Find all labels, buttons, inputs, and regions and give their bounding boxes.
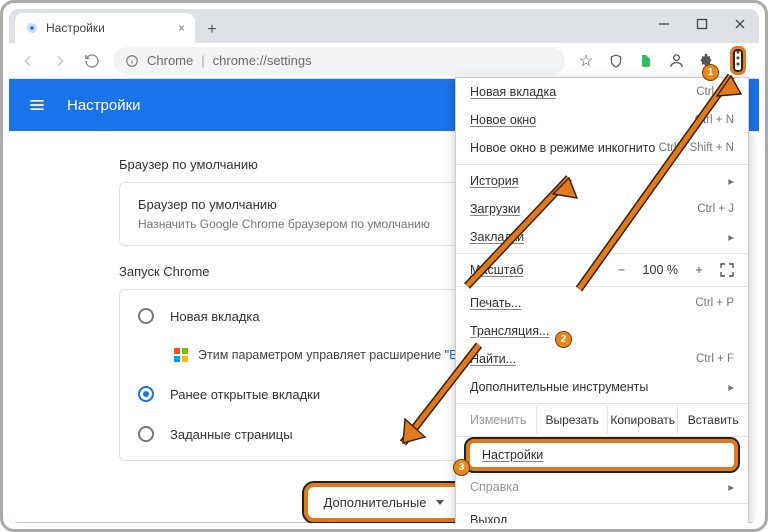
- menu-more-tools[interactable]: Дополнительные инструменты▸: [456, 373, 748, 401]
- menu-incognito[interactable]: Новое окно в режиме инкогнитоCtrl + Shif…: [456, 134, 748, 162]
- evernote-icon[interactable]: [633, 48, 659, 74]
- chrome-main-menu: Новая вкладкаCtrl + T Новое окноCtrl + N…: [455, 77, 749, 523]
- close-window-button[interactable]: [721, 9, 759, 39]
- menu-history[interactable]: История▸: [456, 167, 748, 195]
- zoom-in-button[interactable]: +: [688, 263, 710, 277]
- menu-paste[interactable]: Вставить: [677, 406, 748, 434]
- annotation-badge-1: 1: [702, 64, 719, 81]
- radio-icon: [138, 308, 154, 324]
- additional-button[interactable]: Дополнительные: [304, 483, 465, 522]
- menu-downloads[interactable]: ЗагрузкиCtrl + J: [456, 195, 748, 223]
- ms-logo-icon: [174, 348, 188, 362]
- url-path: chrome://settings: [213, 53, 312, 68]
- settings-title: Настройки: [67, 97, 141, 114]
- annotation-badge-3: 3: [453, 459, 470, 476]
- address-bar[interactable]: Chrome | chrome://settings: [113, 47, 565, 75]
- annotation-badge-2: 2: [555, 331, 572, 348]
- screenshot-frame: Настройки × + Chrome | chrome://settings…: [0, 0, 768, 532]
- tab-title: Настройки: [46, 21, 105, 35]
- vertical-dots-icon: [736, 50, 740, 66]
- menu-zoom: Масштаб − 100 % +: [456, 256, 748, 284]
- url-scheme: Chrome: [147, 53, 193, 68]
- browser-tab[interactable]: Настройки ×: [15, 13, 195, 43]
- menu-settings[interactable]: Настройки: [466, 439, 738, 471]
- info-icon: [125, 54, 139, 68]
- star-icon[interactable]: ☆: [573, 48, 599, 74]
- forward-button[interactable]: [47, 48, 73, 74]
- menu-exit[interactable]: Выход: [456, 506, 748, 523]
- new-tab-button[interactable]: +: [199, 17, 225, 43]
- reload-button[interactable]: [79, 48, 105, 74]
- radio-icon: [138, 426, 154, 442]
- menu-new-tab[interactable]: Новая вкладкаCtrl + T: [456, 78, 748, 106]
- menu-cut[interactable]: Вырезать: [536, 406, 607, 434]
- zoom-value: 100 %: [643, 263, 678, 277]
- window-controls: [645, 9, 759, 39]
- menu-help[interactable]: Справка▸: [456, 473, 748, 501]
- fullscreen-icon[interactable]: [720, 263, 734, 277]
- tab-close-icon[interactable]: ×: [178, 21, 185, 35]
- profile-icon[interactable]: [663, 48, 689, 74]
- menu-print[interactable]: Печать...Ctrl + P: [456, 289, 748, 317]
- shield-icon[interactable]: [603, 48, 629, 74]
- menu-bookmarks[interactable]: Закладки▸: [456, 223, 748, 251]
- zoom-out-button[interactable]: −: [611, 263, 633, 277]
- radio-icon: [138, 386, 154, 402]
- back-button[interactable]: [15, 48, 41, 74]
- minimize-button[interactable]: [645, 9, 683, 39]
- gear-icon: [25, 21, 39, 35]
- hamburger-icon[interactable]: [27, 95, 47, 115]
- kebab-menu-button[interactable]: [730, 46, 746, 75]
- menu-new-window[interactable]: Новое окноCtrl + N: [456, 106, 748, 134]
- maximize-button[interactable]: [683, 9, 721, 39]
- menu-cast[interactable]: Трансляция...: [456, 317, 748, 345]
- toolbar: Chrome | chrome://settings ☆: [9, 43, 759, 79]
- menu-edit-row: Изменить Вырезать Копировать Вставить: [456, 406, 748, 434]
- menu-copy[interactable]: Копировать: [607, 406, 678, 434]
- caret-down-icon: [436, 500, 444, 505]
- menu-find[interactable]: Найти...Ctrl + F: [456, 345, 748, 373]
